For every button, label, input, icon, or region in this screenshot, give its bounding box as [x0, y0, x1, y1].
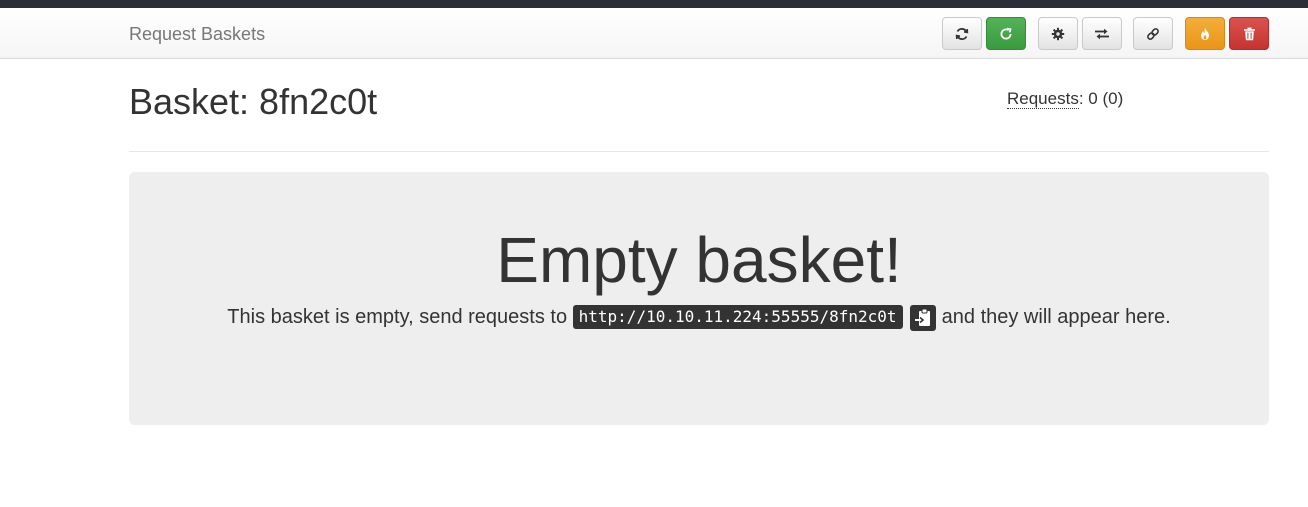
- requests-count: : 0 (0): [1078, 89, 1124, 108]
- basket-url: http://10.10.11.224:55555/8fn2c0t: [572, 305, 903, 329]
- delete-basket-button[interactable]: [1229, 17, 1269, 50]
- responses-button[interactable]: [1082, 17, 1122, 50]
- refresh-button[interactable]: [942, 17, 982, 50]
- window-top-strip: [0, 0, 1308, 8]
- requests-label: Requests: [1007, 89, 1079, 109]
- copy-url-button[interactable]: [910, 305, 937, 331]
- refresh-icon: [955, 27, 969, 40]
- navbar: Request Baskets: [0, 8, 1308, 59]
- message-text-before: This basket is empty, send requests to: [227, 306, 573, 328]
- settings-button[interactable]: [1038, 17, 1078, 50]
- link-icon: [1147, 27, 1159, 40]
- empty-basket-heading: Empty basket!: [496, 224, 902, 296]
- fire-icon: [1201, 27, 1209, 40]
- requests-counter: Requests: 0 (0): [1007, 89, 1123, 109]
- gear-icon: [1051, 27, 1065, 40]
- clear-basket-button[interactable]: [1185, 17, 1225, 50]
- header-divider: [129, 151, 1269, 152]
- brand-link[interactable]: Request Baskets: [129, 24, 265, 45]
- share-link-button[interactable]: [1133, 17, 1173, 50]
- page-title: Basket: 8fn2c0t: [129, 81, 378, 122]
- trash-icon: [1243, 27, 1255, 40]
- auto-refresh-button[interactable]: [986, 17, 1026, 50]
- transfer-icon: [1095, 28, 1109, 39]
- clipboard-icon: [915, 308, 931, 326]
- empty-basket-message: This basket is empty, send requests to h…: [199, 302, 1199, 333]
- empty-basket-panel: Empty basket! This basket is empty, send…: [129, 172, 1269, 425]
- message-text-after: and they will appear here.: [936, 306, 1171, 328]
- rotate-right-icon: [1000, 27, 1012, 39]
